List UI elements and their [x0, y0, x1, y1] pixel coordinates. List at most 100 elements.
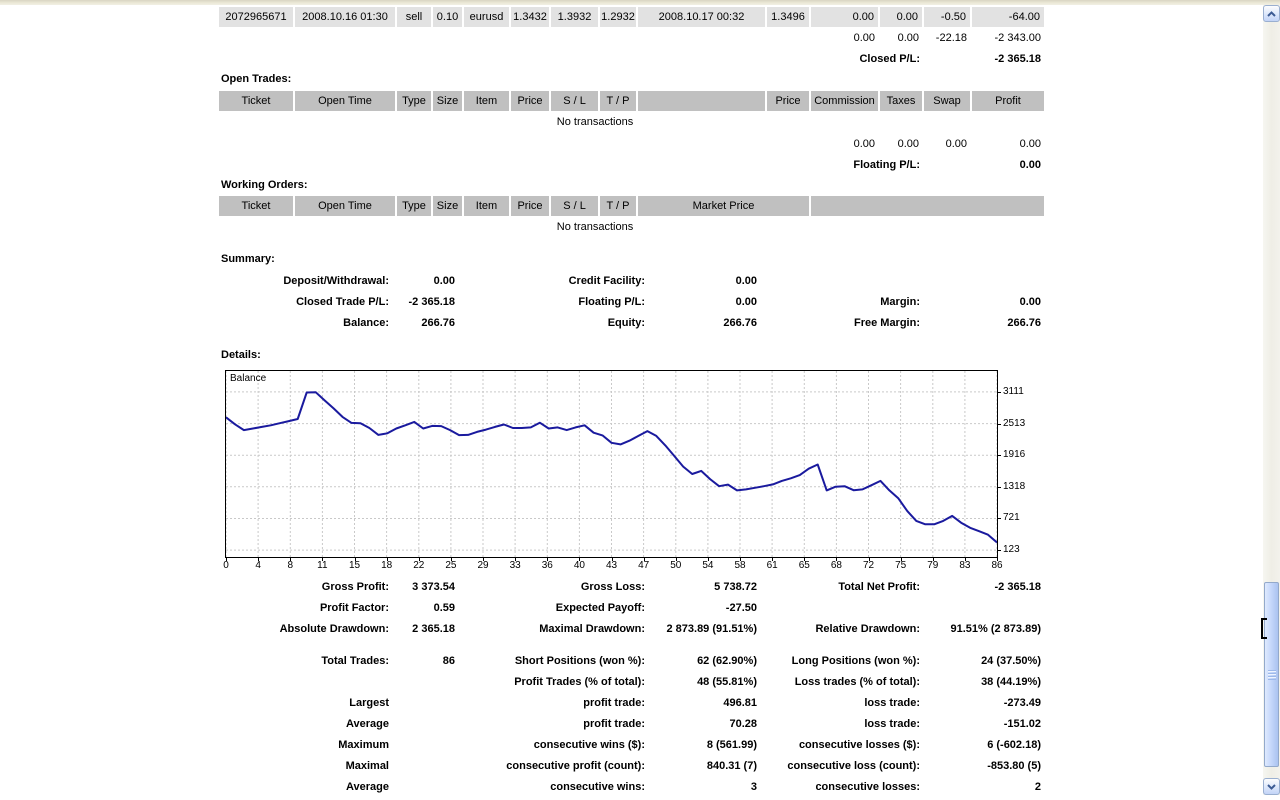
x-axis-label: 4: [255, 560, 261, 571]
floating-pl-row: Floating P/L: 0.00: [219, 158, 1041, 173]
closed-trade-cell: 2072965671: [219, 7, 293, 27]
stats-row-cell: profit trade:: [583, 718, 645, 730]
stats-row-cell: Maximal Drawdown:: [539, 623, 645, 635]
x-axis-label: 33: [509, 560, 521, 571]
open-trades-header-cell: [638, 91, 765, 111]
y-axis-label: 2513: [1003, 417, 1026, 429]
stats-row-cell: 2 873.89 (91.51%): [666, 623, 757, 635]
summary-row-cell: 266.76: [723, 317, 757, 329]
summary-row-cell: [920, 274, 1041, 289]
scrollbar-grip: [1268, 669, 1276, 680]
closed-totals-cell: 0.00: [853, 32, 875, 44]
summary-row: Closed Trade P/L: -2 365.18 Floating P/L: 0…: [219, 295, 1041, 310]
open-totals-cell: 0.00: [853, 138, 875, 150]
working-orders-header-cell: Size: [433, 196, 462, 216]
stats-row: Maximum consecutive wins ($): 8 (561.99) co…: [219, 738, 1041, 753]
open-totals-cell: [295, 137, 395, 152]
closed-totals-cell: [551, 31, 598, 46]
x-axis-label: 79: [927, 560, 939, 571]
summary-row: Deposit/Withdrawal: 0.00 Credit Facility: 0…: [219, 274, 1041, 289]
open-trades-header-cell: Profit: [972, 91, 1044, 111]
scrollbar-thumb[interactable]: [1264, 582, 1279, 767]
closed-trade-cell: -0.50: [924, 7, 970, 27]
x-axis-label: 58: [734, 560, 746, 571]
scroll-down-button[interactable]: [1263, 778, 1280, 795]
summary-row-cell: -2 365.18: [408, 296, 455, 308]
stats-row-cell: Gross Profit:: [321, 581, 389, 593]
stats-row-cell: 2: [1034, 781, 1041, 793]
closed-trade-cell: 2008.10.16 01:30: [295, 7, 395, 27]
closed-totals-cell: [464, 31, 509, 46]
stats-row-cell: loss trade:: [864, 718, 920, 730]
stats-row-cell: Total Trades:: [321, 655, 389, 667]
y-axis-tick: [998, 391, 1001, 393]
open-trades-header-cell: Taxes: [880, 91, 922, 111]
statement-report: 2072965671 2008.10.16 01:30 sell 0.10 eurusd…: [219, 0, 1044, 800]
summary-row-cell: 266.76: [421, 317, 455, 329]
stats-row-cell: 62 (62.90%): [697, 655, 757, 667]
summary-row-cell: Deposit/Withdrawal:: [283, 275, 389, 287]
stats-row: Largest profit trade: 496.81 loss trade: -27…: [219, 696, 1041, 711]
closed-totals-cell: [638, 31, 765, 46]
stats-row-cell: consecutive losses ($):: [798, 739, 920, 751]
summary-row-cell: [757, 274, 920, 289]
open-totals-cell: [433, 137, 462, 152]
stats-row-cell: Gross Loss:: [580, 581, 645, 593]
open-totals-cell: [219, 137, 293, 152]
working-orders-header-cell: Ticket: [219, 196, 293, 216]
x-axis-label: 65: [798, 560, 810, 571]
summary-row-cell: Closed Trade P/L:: [296, 296, 389, 308]
open-trades-header-cell: Type: [397, 91, 431, 111]
stats-row-cell: Short Positions (won %):: [514, 655, 645, 667]
closed-totals-cell: [397, 31, 431, 46]
closed-trade-cell: 1.3432: [511, 7, 549, 27]
working-orders-header-cell: Market Price: [638, 196, 809, 216]
stats-row-cell: 496.81: [723, 697, 757, 709]
closed-pl-label: Closed P/L:: [859, 53, 920, 65]
x-axis-label: 29: [477, 560, 489, 571]
stats-row-cell: consecutive losses:: [815, 781, 920, 793]
closed-totals-cell: [600, 31, 636, 46]
open-totals-cell: [397, 137, 431, 152]
stats-row-cell: 840.31 (7): [706, 760, 757, 772]
summary-row-cell: Free Margin:: [853, 317, 920, 329]
open-totals-cell: [464, 137, 509, 152]
stats-row-cell: Long Positions (won %):: [791, 655, 920, 667]
open-totals-cell: 0.00: [945, 138, 967, 150]
x-axis-label: 40: [573, 560, 585, 571]
open-trades-empty-message: No transactions: [556, 116, 634, 128]
summary-row-cell: 0.00: [735, 275, 757, 287]
summary-row-cell: 0.00: [433, 275, 455, 287]
stats-row-cell: Maximal: [345, 760, 389, 772]
stats-row-cell: Largest: [349, 697, 389, 709]
working-orders-header-cell: Item: [464, 196, 509, 216]
closed-trade-cell: eurusd: [464, 7, 509, 27]
vertical-scrollbar[interactable]: [1262, 5, 1280, 795]
stats-row-cell: [389, 717, 455, 732]
working-orders-header-cell: Type: [397, 196, 431, 216]
open-totals-cell: [767, 137, 809, 152]
stats-row-cell: Expected Payoff:: [555, 602, 645, 614]
stats-row-cell: Profit Factor:: [319, 602, 389, 614]
stats-row-cell: Profit Trades (% of total):: [514, 676, 645, 688]
open-trades-header-cell: Item: [464, 91, 509, 111]
stats-row-cell: -853.80 (5): [987, 760, 1041, 772]
stats-row: Profit Trades (% of total): 48 (55.81%) Lo…: [219, 675, 1041, 690]
stats-row-cell: -2 365.18: [994, 581, 1041, 593]
scroll-up-button[interactable]: [1263, 5, 1280, 22]
summary-row-cell: Balance:: [343, 317, 389, 329]
y-axis-label: 123: [1003, 544, 1020, 556]
open-totals-cell: [638, 137, 765, 152]
open-trades-header-cell: T / P: [600, 91, 636, 111]
stats-row-cell: [389, 780, 455, 795]
stats-row-cell: -27.50: [725, 602, 757, 614]
chevron-down-icon: [1267, 781, 1276, 793]
open-trades-header-cell: Price: [511, 91, 549, 111]
closed-trade-cell: 1.3932: [551, 7, 598, 27]
stats-row-cell: consecutive profit (count):: [506, 760, 645, 772]
mouse-cursor: [1261, 618, 1268, 639]
working-orders-header-cell: S / L: [551, 196, 598, 216]
working-orders-header-cell: T / P: [600, 196, 636, 216]
open-trades-header-row: Ticket Open Time Type Size Item Price S / LT /…: [219, 91, 1044, 111]
working-orders-header-cell: Price: [511, 196, 549, 216]
